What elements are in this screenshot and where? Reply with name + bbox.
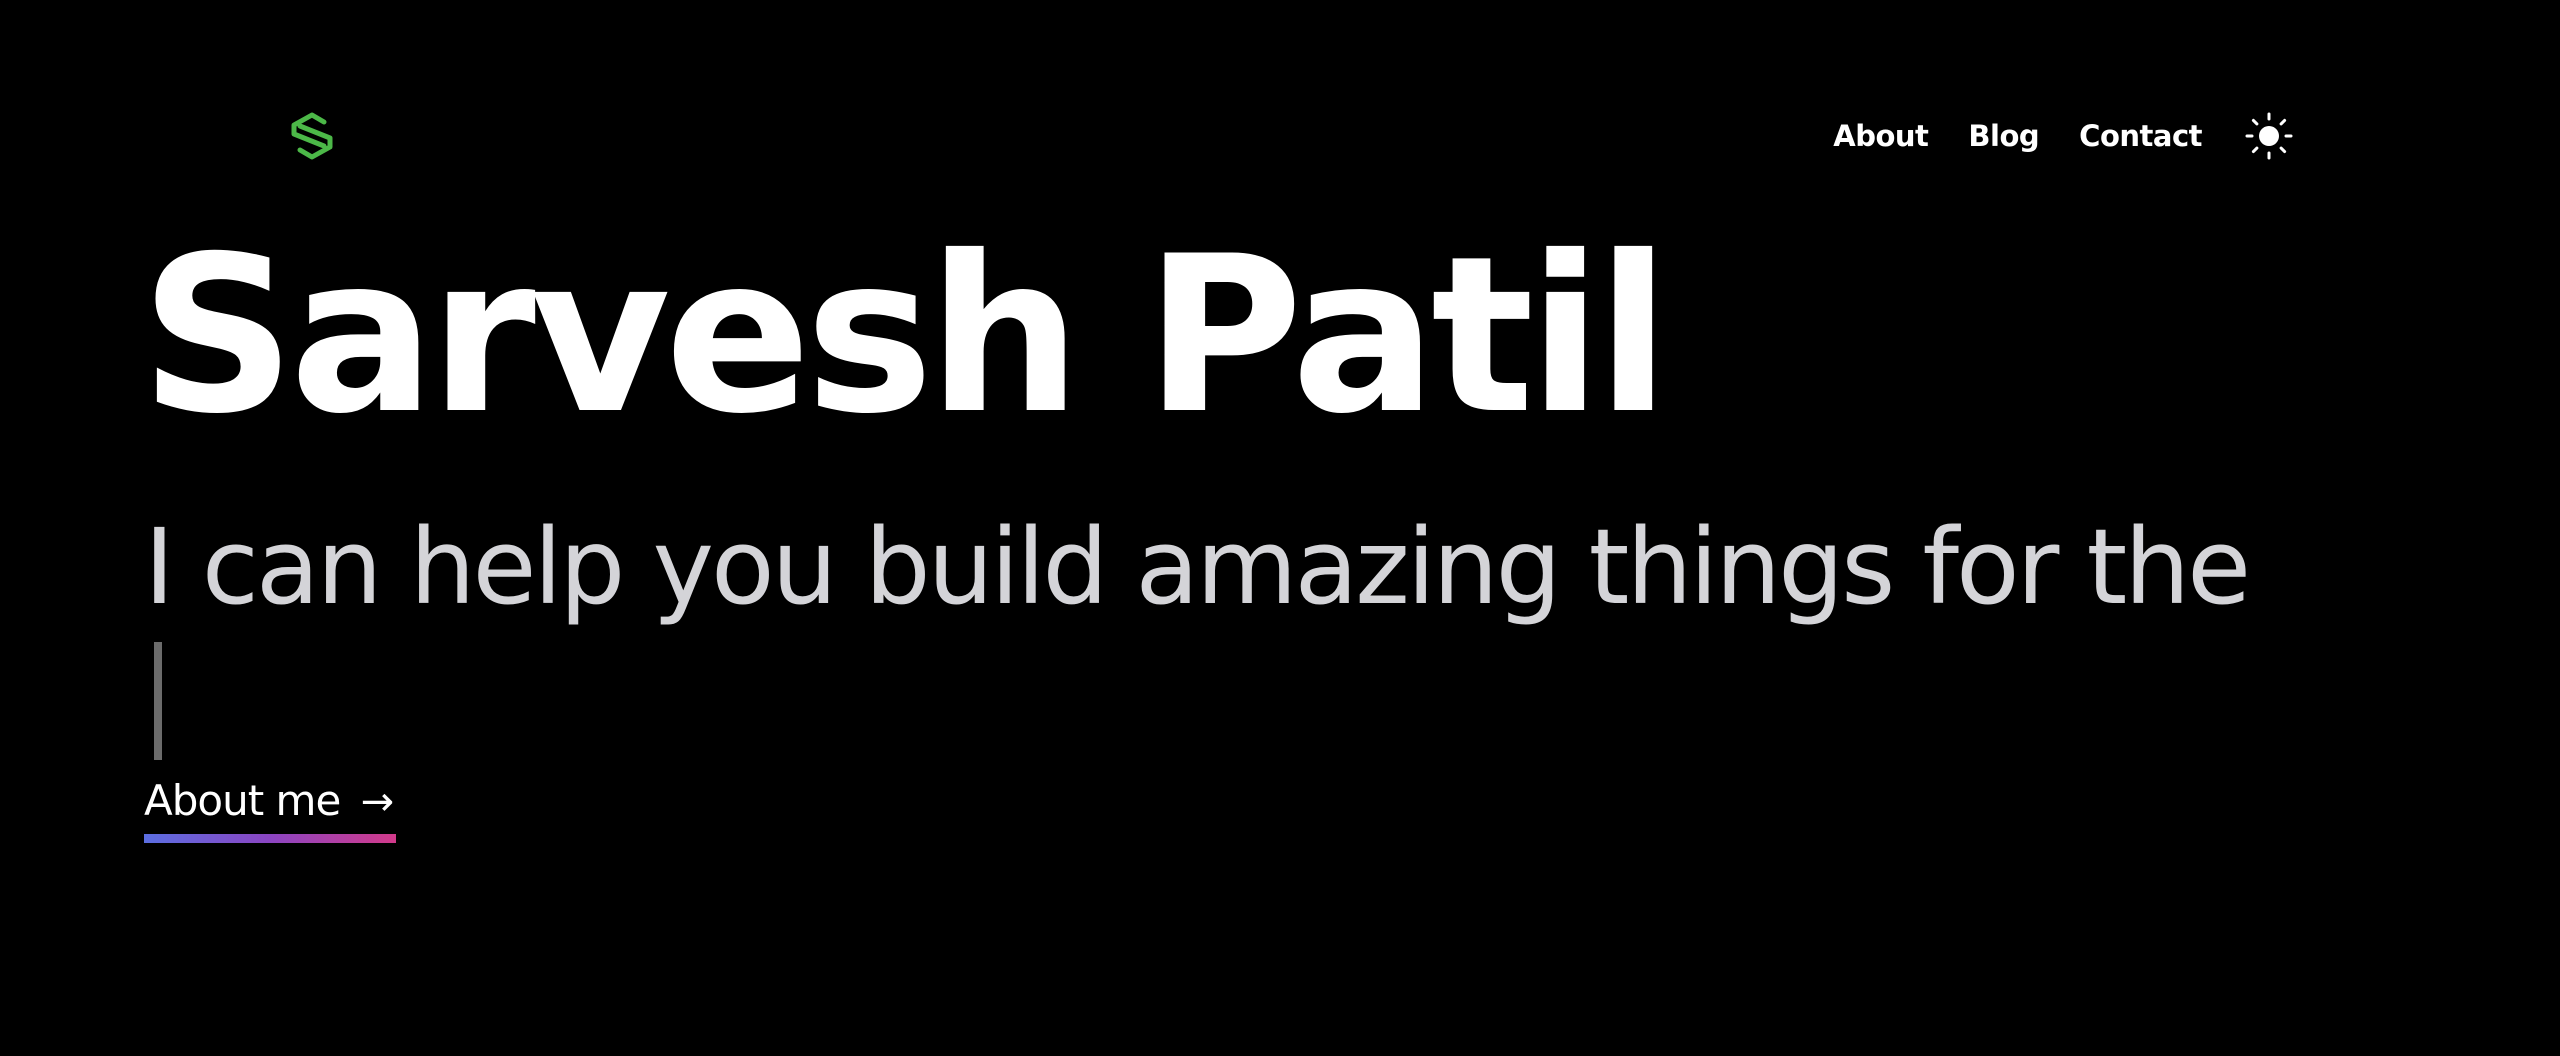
nav-item-about[interactable]: About: [1833, 119, 1929, 153]
about-me-gradient-underline: [144, 834, 396, 843]
theme-toggle-button[interactable]: [2244, 111, 2294, 161]
arrow-right-icon: →: [360, 779, 395, 825]
typing-cursor: [154, 642, 162, 760]
sun-icon: [2245, 112, 2293, 160]
hero-tagline: I can help you build amazing things for …: [144, 506, 2251, 628]
nav-item-contact[interactable]: Contact: [2079, 119, 2202, 153]
about-me-link[interactable]: About me →: [144, 776, 395, 835]
page: About Blog Contact Sarvesh Patil I can h…: [0, 0, 2560, 1056]
main-nav: About Blog Contact: [1833, 110, 2294, 162]
hero-name: Sarvesh Patil: [140, 210, 1670, 461]
s-hexagon-logo-icon[interactable]: [284, 108, 340, 164]
nav-item-blog[interactable]: Blog: [1968, 119, 2039, 153]
about-me-label: About me: [144, 776, 341, 825]
